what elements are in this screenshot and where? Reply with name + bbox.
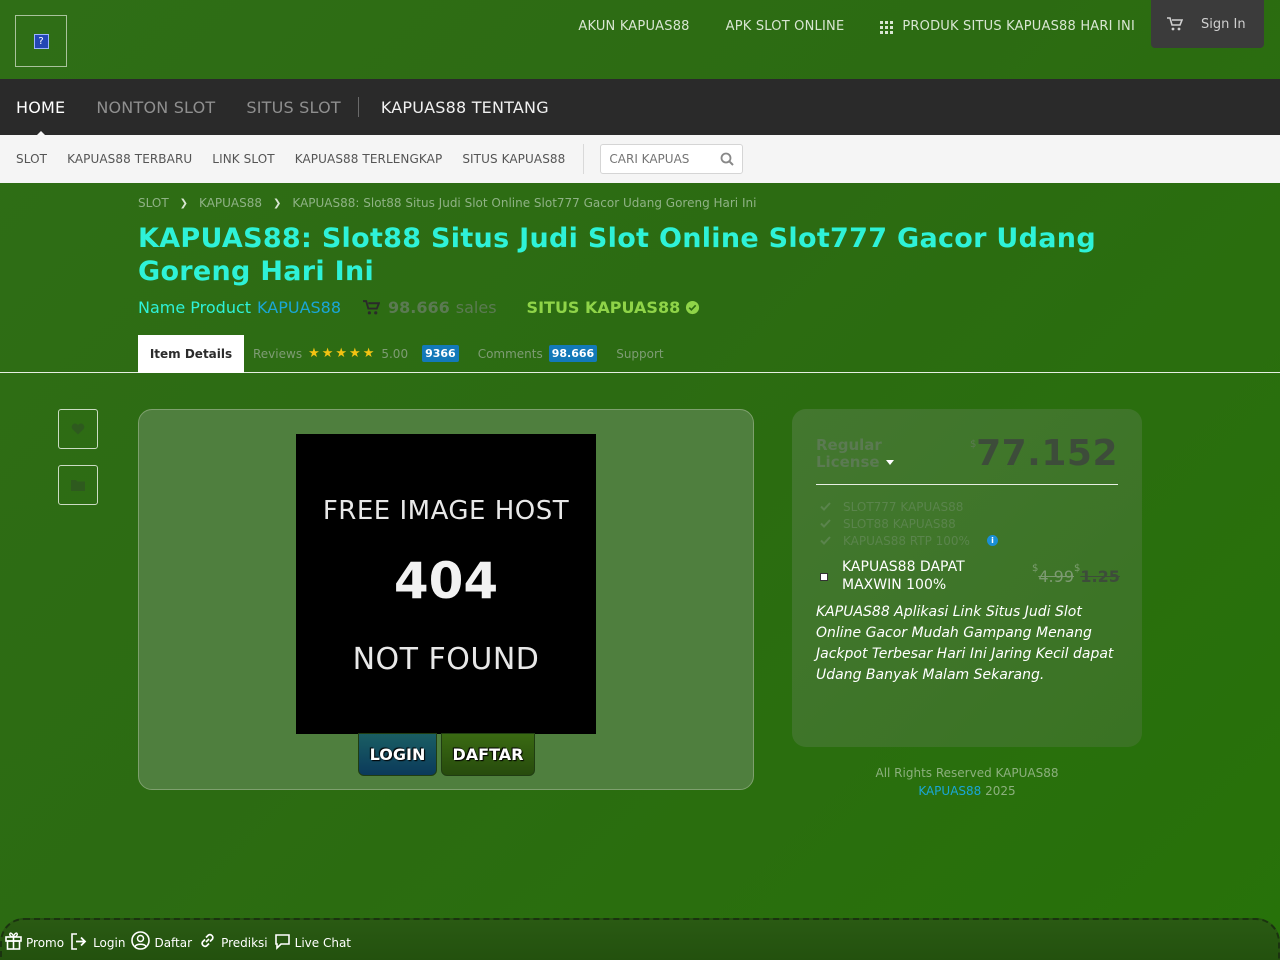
page-title: KAPUAS88: Slot88 Situs Judi Slot Online … bbox=[138, 223, 1096, 287]
subnav-slot[interactable]: SLOT bbox=[16, 152, 47, 166]
subnav-terlengkap[interactable]: KAPUAS88 TERLENGKAP bbox=[295, 152, 443, 166]
folder-icon bbox=[71, 480, 85, 491]
breadcrumb-current: KAPUAS88: Slot88 Situs Judi Slot Online … bbox=[292, 196, 757, 210]
product-image-panel: FREE IMAGE HOST 404 NOT FOUND LOGIN DAFT… bbox=[138, 409, 754, 790]
sub-nav: SLOT KAPUAS88 TERBARU LINK SLOT KAPUAS88… bbox=[0, 135, 1280, 183]
addon-label: KAPUAS88 DAPAT MAXWIN 100% bbox=[842, 559, 965, 593]
addon-checkbox[interactable] bbox=[820, 573, 828, 581]
topnav-akun[interactable]: AKUN KAPUAS88 bbox=[578, 0, 689, 34]
bottom-live-chat[interactable]: Live Chat bbox=[274, 926, 351, 950]
subnav-situs[interactable]: SITUS KAPUAS88 bbox=[462, 152, 565, 166]
daftar-button[interactable]: DAFTAR bbox=[441, 733, 535, 776]
apps-grid-icon bbox=[880, 21, 894, 34]
login-icon bbox=[71, 933, 87, 950]
price-panel: Regular License $ 77.152 SLOT777 KAPUAS8… bbox=[792, 409, 1142, 747]
site-logo[interactable]: ? bbox=[15, 15, 67, 67]
broken-image-icon: ? bbox=[33, 33, 49, 49]
price-divider bbox=[816, 484, 1118, 485]
sales-word: sales bbox=[455, 298, 497, 317]
subnav-terbaru[interactable]: KAPUAS88 TERBARU bbox=[67, 152, 192, 166]
info-icon[interactable]: i bbox=[986, 535, 998, 546]
product-meta: Name Product KAPUAS88 98.666 sales SITUS… bbox=[138, 298, 700, 317]
subnav-divider bbox=[583, 144, 585, 174]
rating-value: 5.00 bbox=[381, 346, 409, 361]
feature-item: KAPUAS88 RTP 100% i bbox=[820, 532, 998, 549]
check-icon bbox=[820, 519, 831, 528]
search-input[interactable] bbox=[609, 152, 715, 166]
gift-icon bbox=[5, 932, 22, 950]
image-text-line1: FREE IMAGE HOST bbox=[322, 496, 570, 526]
product-image: FREE IMAGE HOST 404 NOT FOUND bbox=[296, 434, 596, 734]
addon-option: KAPUAS88 DAPAT MAXWIN 100% $ 4.99 $ 1.25 bbox=[820, 558, 1130, 594]
cart-icon bbox=[1167, 17, 1183, 31]
comments-count-badge: 98.666 bbox=[548, 345, 598, 362]
check-icon bbox=[820, 502, 831, 511]
image-text-line3: NOT FOUND bbox=[352, 642, 540, 677]
chevron-right-icon: ❯ bbox=[179, 197, 189, 209]
tab-reviews[interactable]: Reviews ★★★★★ 5.00 9366 bbox=[253, 345, 459, 362]
chevron-right-icon: ❯ bbox=[273, 197, 282, 209]
rating-stars-icon: ★★★★★ bbox=[308, 346, 377, 361]
collection-button[interactable] bbox=[58, 465, 98, 505]
footer-brand-link[interactable]: KAPUAS88 bbox=[918, 784, 981, 798]
copyright: All Rights Reserved KAPUAS88 KAPUAS88 20… bbox=[875, 766, 1059, 798]
tab-comments[interactable]: Comments 98.666 bbox=[478, 345, 598, 362]
sales-count: 98.666 bbox=[388, 298, 450, 317]
tab-group: Reviews ★★★★★ 5.00 9366 Comments 98.666 … bbox=[253, 345, 664, 362]
mainnav-situs-slot[interactable]: SITUS SLOT bbox=[246, 98, 340, 117]
topnav-produk[interactable]: PRODUK SITUS KAPUAS88 HARI INI bbox=[880, 0, 1135, 34]
product-tabs: Item Details Reviews ★★★★★ 5.00 9366 Com… bbox=[0, 335, 1280, 373]
breadcrumb-slot[interactable]: SLOT bbox=[138, 196, 169, 210]
top-bar: ? AKUN KAPUAS88 APK SLOT ONLINE PRODUK S… bbox=[0, 0, 1280, 79]
nav-divider bbox=[357, 97, 359, 117]
subnav-link-slot[interactable]: LINK SLOT bbox=[212, 152, 274, 166]
breadcrumb-kapuas88[interactable]: KAPUAS88 bbox=[199, 196, 262, 210]
tab-item-details[interactable]: Item Details bbox=[138, 335, 244, 373]
sign-in-button[interactable]: Sign In bbox=[1151, 0, 1264, 48]
chat-bubble-icon bbox=[274, 934, 290, 950]
mainnav-nonton-slot[interactable]: NONTON SLOT bbox=[96, 98, 215, 117]
search-icon[interactable] bbox=[720, 152, 735, 166]
license-selector[interactable]: Regular License bbox=[816, 437, 894, 471]
mainnav-home[interactable]: HOME bbox=[16, 98, 65, 137]
feature-list: SLOT777 KAPUAS88 SLOT88 KAPUAS88 KAPUAS8… bbox=[820, 498, 998, 549]
name-product-link[interactable]: KAPUAS88 bbox=[257, 298, 341, 317]
cart-icon bbox=[363, 300, 381, 315]
topnav-apk[interactable]: APK SLOT ONLINE bbox=[726, 0, 845, 34]
addon-old-price: 4.99 bbox=[1038, 567, 1074, 586]
product-description: KAPUAS88 Aplikasi Link Situs Judi Slot O… bbox=[816, 604, 1114, 683]
link-icon bbox=[201, 933, 214, 948]
image-text-line2: 404 bbox=[393, 552, 499, 610]
breadcrumb: SLOT ❯ KAPUAS88 ❯ KAPUAS88: Slot88 Situs… bbox=[138, 196, 756, 210]
bottom-nav: Promo Login Daftar Prediksi Live Chat bbox=[5, 926, 357, 950]
mainnav-tentang[interactable]: KAPUAS88 TENTANG bbox=[381, 98, 549, 117]
bottom-daftar[interactable]: Daftar bbox=[131, 926, 192, 950]
login-button[interactable]: LOGIN bbox=[358, 733, 437, 776]
bottom-login[interactable]: Login bbox=[70, 926, 125, 950]
name-product-label: Name Product bbox=[138, 298, 252, 317]
tab-support[interactable]: Support bbox=[616, 347, 663, 361]
check-icon bbox=[820, 536, 831, 545]
feature-item: SLOT88 KAPUAS88 bbox=[820, 515, 998, 532]
price-value: 77.152 bbox=[976, 433, 1118, 474]
addon-new-price: 1.25 bbox=[1080, 567, 1120, 586]
caret-down-icon bbox=[885, 459, 894, 465]
sales-info: 98.666 sales bbox=[363, 298, 497, 317]
heart-icon bbox=[71, 423, 85, 435]
bottom-prediksi[interactable]: Prediksi bbox=[198, 926, 268, 950]
bottom-promo[interactable]: Promo bbox=[5, 926, 64, 950]
verified-check-icon bbox=[686, 300, 700, 315]
main-nav: HOME NONTON SLOT SITUS SLOT KAPUAS88 TEN… bbox=[0, 79, 1280, 137]
user-circle-icon bbox=[131, 931, 151, 950]
search-box bbox=[600, 144, 744, 174]
reviews-count-badge: 9366 bbox=[422, 345, 459, 362]
top-nav: AKUN KAPUAS88 APK SLOT ONLINE PRODUK SIT… bbox=[542, 0, 1264, 48]
favorite-button[interactable] bbox=[58, 409, 98, 449]
feature-item: SLOT777 KAPUAS88 bbox=[820, 498, 998, 515]
situs-badge: SITUS KAPUAS88 bbox=[527, 298, 701, 317]
